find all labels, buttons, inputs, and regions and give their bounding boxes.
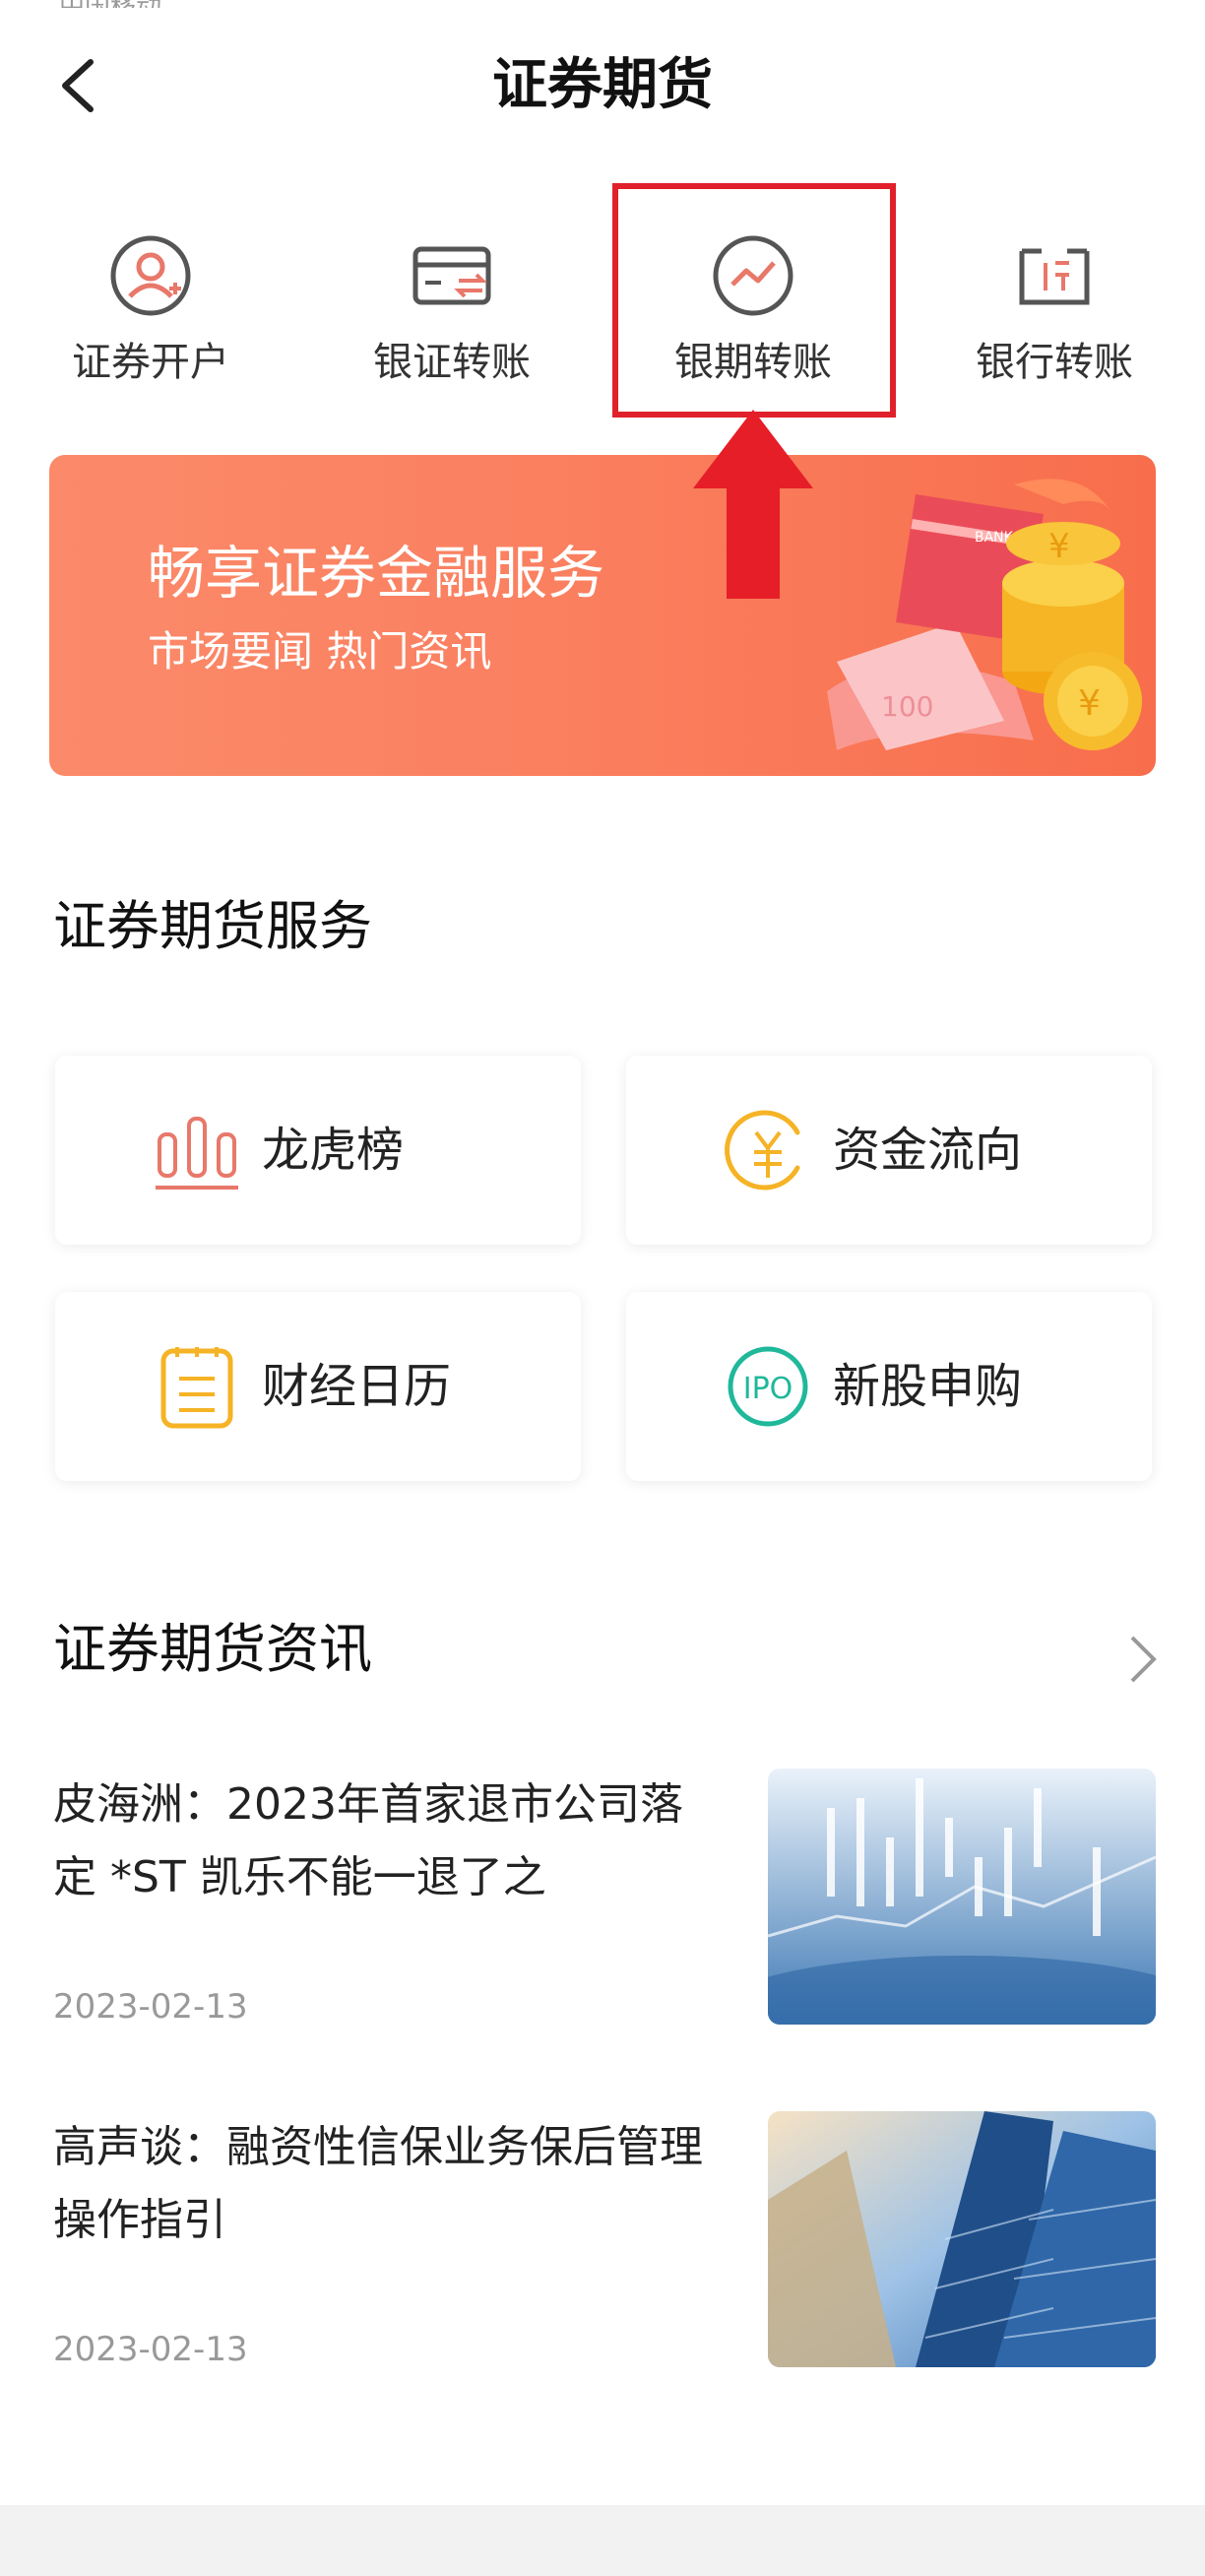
quick-action-bank-transfer[interactable]: 银行转账 [904, 207, 1205, 404]
banner-title: 畅享证券金融服务 [148, 540, 605, 607]
news-section-title: 证券期货资讯 [53, 1618, 372, 1680]
bank-building-icon [1019, 248, 1090, 305]
news-date: 2023-02-13 [53, 1987, 248, 2027]
coin-symbol: ¥ [1078, 683, 1101, 724]
highlight-annotation-box [612, 183, 896, 418]
card-transfer-icon [412, 246, 491, 305]
news-date: 2023-02-13 [53, 2330, 248, 2369]
quick-action-label: 银证转账 [373, 340, 531, 385]
banner-subtitle: 市场要闻 热门资讯 [148, 627, 492, 676]
banner-note-text: 100 [881, 690, 933, 723]
arrow-up-icon [693, 410, 813, 599]
bottom-spacer [0, 2505, 1205, 2576]
service-card-dragon-tiger-list[interactable]: 龙虎榜 [55, 1056, 581, 1245]
news-item[interactable]: 高声谈：融资性信保业务保后管理操作指引 2023-02-13 [0, 2111, 1205, 2407]
calendar-note-icon [160, 1347, 233, 1429]
services-section-title: 证券期货服务 [53, 895, 372, 957]
coin-symbol: ¥ [1048, 527, 1070, 566]
news-item[interactable]: 皮海洲：2023年首家退市公司落定 *ST 凯乐不能一退了之 2023-02-1… [0, 1769, 1205, 2064]
skyscraper-thumbnail [768, 2111, 1156, 2367]
stock-chart-thumbnail [768, 1769, 1156, 2025]
yuan-circle-icon [725, 1110, 800, 1191]
ipo-circle-icon: IPO [728, 1346, 808, 1427]
service-label: 龙虎榜 [262, 1123, 405, 1178]
news-title: 高声谈：融资性信保业务保后管理操作指引 [53, 2122, 703, 2245]
service-card-financial-calendar[interactable]: 财经日历 [55, 1292, 581, 1481]
page-title: 证券期货 [492, 53, 713, 117]
service-card-ipo-subscription[interactable]: IPO 新股申购 [626, 1292, 1152, 1481]
quick-action-label: 证券开户 [72, 340, 229, 385]
quick-action-bank-securities-transfer[interactable]: 银证转账 [301, 207, 602, 404]
chevron-right-icon[interactable] [1122, 1630, 1162, 1689]
quick-actions-row: 证券开户 银证转账 银期转账 银行转账 [0, 207, 1205, 414]
promo-banner[interactable]: 畅享证券金融服务 市场要闻 热门资讯 100 BANK ¥ ¥ [49, 455, 1156, 776]
top-nav-bar: 证券期货 [0, 0, 1205, 167]
quick-action-label: 银行转账 [976, 340, 1133, 385]
service-label: 资金流向 [833, 1123, 1023, 1178]
news-title: 皮海洲：2023年首家退市公司落定 *ST 凯乐不能一退了之 [53, 1779, 683, 1902]
service-label: 财经日历 [262, 1359, 452, 1414]
user-add-icon [110, 235, 191, 316]
ipo-icon-text: IPO [743, 1372, 793, 1406]
quick-action-open-account[interactable]: 证券开户 [0, 207, 301, 404]
service-label: 新股申购 [833, 1359, 1023, 1414]
service-card-capital-flow[interactable]: 资金流向 [626, 1056, 1152, 1245]
bar-chart-icon [156, 1117, 238, 1190]
